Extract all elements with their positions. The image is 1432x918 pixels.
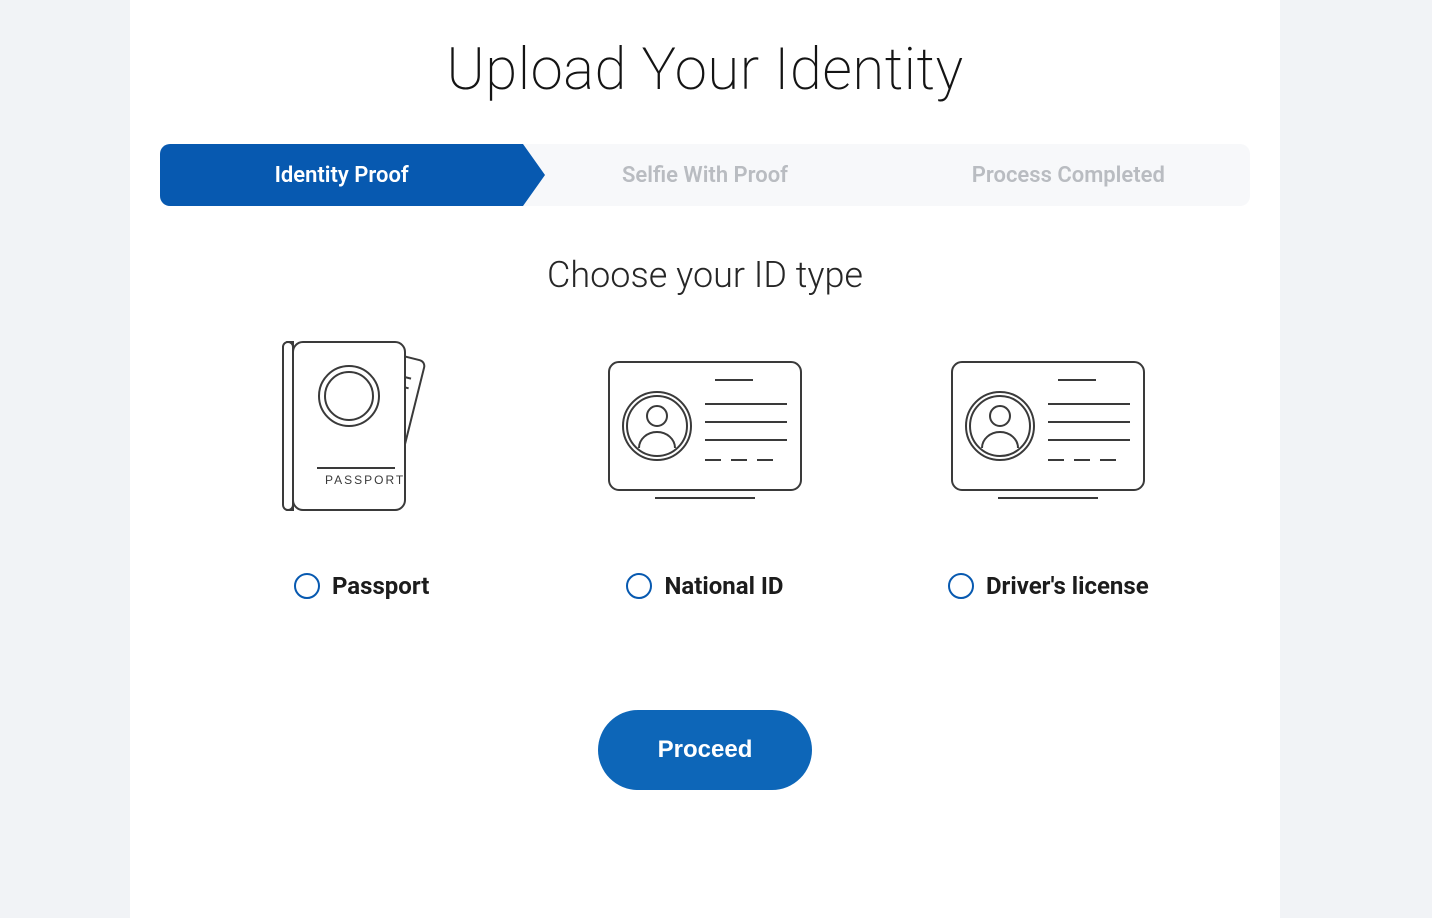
radio-label: Passport — [332, 572, 429, 600]
svg-text:PASSPORT: PASSPORT — [325, 473, 405, 487]
radio-passport[interactable]: Passport — [294, 572, 429, 600]
passport-icon: PASSPORT — [267, 336, 457, 516]
radio-national-id[interactable]: National ID — [626, 572, 783, 600]
step-selfie-with-proof: Selfie With Proof — [523, 144, 886, 206]
step-label: Identity Proof — [275, 163, 409, 188]
step-label: Process Completed — [972, 163, 1165, 188]
step-label: Selfie With Proof — [622, 163, 788, 188]
radio-circle-icon — [626, 573, 652, 599]
radio-drivers-license[interactable]: Driver's license — [948, 572, 1149, 600]
progress-stepper: Identity Proof Selfie With Proof Process… — [160, 144, 1250, 206]
radio-label: National ID — [664, 572, 783, 600]
proceed-button[interactable]: Proceed — [598, 710, 813, 790]
radio-circle-icon — [948, 573, 974, 599]
step-process-completed: Process Completed — [887, 144, 1250, 206]
radio-circle-icon — [294, 573, 320, 599]
id-type-options: PASSPORT Passport — [160, 336, 1250, 600]
option-national-id[interactable]: National ID — [565, 336, 845, 600]
id-card-icon — [938, 336, 1158, 516]
radio-label: Driver's license — [986, 572, 1149, 600]
section-subtitle: Choose your ID type — [160, 254, 1250, 296]
option-drivers-license[interactable]: Driver's license — [908, 336, 1188, 600]
id-card-icon — [595, 336, 815, 516]
option-passport[interactable]: PASSPORT Passport — [222, 336, 502, 600]
proceed-button-wrap: Proceed — [160, 710, 1250, 790]
page-title: Upload Your Identity — [160, 36, 1250, 104]
identity-upload-card: Upload Your Identity Identity Proof Self… — [130, 0, 1280, 918]
step-identity-proof: Identity Proof — [160, 144, 523, 206]
